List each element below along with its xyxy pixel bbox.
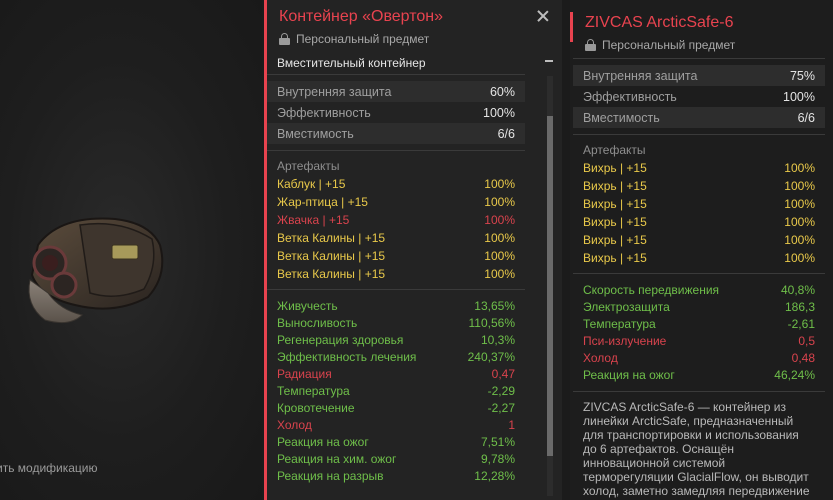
artifact-row[interactable]: Каблук | +15 100%	[277, 175, 515, 193]
item-preview: ить модификацию	[0, 0, 262, 500]
modification-hint[interactable]: ить модификацию	[0, 461, 98, 475]
effect-row: Кровотечение -2,27	[277, 400, 515, 415]
artifact-row[interactable]: Ветка Калины | +15 100%	[277, 265, 515, 283]
artifacts-title: Артефакты	[277, 159, 340, 173]
item-description: ZIVCAS ArcticSafe-6 — контейнер из линей…	[573, 391, 825, 498]
item-title: ZIVCAS ArcticSafe-6	[585, 14, 734, 31]
stats-section: Внутренняя защита 60% Эффективность 100% В…	[267, 74, 525, 150]
effect-row: Холод 0,48	[583, 350, 815, 365]
scrollbar[interactable]	[544, 56, 554, 496]
effects-section: Живучесть 13,65% Выносливость 110,56% Реге…	[267, 289, 525, 484]
effect-row: Реакция на ожог 7,51%	[277, 434, 515, 449]
personal-item-label: Персональный предмет	[602, 38, 736, 52]
effect-row: Холод 1	[277, 417, 515, 432]
artifact-row[interactable]: Вихрь | +15 100%	[583, 195, 815, 213]
effect-row: Электрозащита 186,3	[583, 299, 815, 314]
artifact-row[interactable]: Ветка Калины | +15 100%	[277, 247, 515, 265]
artifact-row[interactable]: Жар-птица | +15 100%	[277, 193, 515, 211]
artifact-row[interactable]: Жвачка | +15 100%	[277, 211, 515, 229]
effect-row: Реакция на хим. ожог 9,78%	[277, 451, 515, 466]
artifacts-title: Артефакты	[583, 143, 646, 157]
effect-row: Температура -2,61	[583, 316, 815, 331]
scroll-thumb[interactable]	[547, 116, 553, 456]
container-panel-left: Контейнер «Овертон» Персональный предмет…	[264, 0, 562, 500]
capacity-label: Вместительный контейнер	[277, 56, 426, 70]
panel-content: Вместительный контейнер Внутренняя защит…	[267, 52, 525, 500]
stat-row: Эффективность 100%	[277, 105, 515, 120]
effect-row: Эффективность лечения 240,37%	[277, 349, 515, 364]
container-panel-right: ZIVCAS ArcticSafe-6 Персональный предмет…	[570, 0, 833, 500]
stat-row: Эффективность 100%	[583, 89, 815, 104]
artifact-row[interactable]: Ветка Калины | +15 100%	[277, 229, 515, 247]
effects-section: Скорость передвижения 40,8% Электрозащита…	[573, 273, 825, 391]
effect-row: Реакция на разрыв 12,28%	[277, 468, 515, 483]
lock-icon	[279, 33, 290, 45]
item-subtitle: Персональный предмет	[585, 38, 833, 52]
artifacts-section: Артефакты Каблук | +15 100% Жар-птица | +…	[267, 150, 525, 289]
effect-row: Температура -2,29	[277, 383, 515, 398]
artifact-row[interactable]: Вихрь | +15 100%	[583, 231, 815, 249]
effect-row: Радиация 0,47	[277, 366, 515, 381]
stat-row: Вместимость 6/6	[573, 107, 825, 128]
scroll-up-icon[interactable]	[545, 60, 553, 62]
stat-row: Внутренняя защита 75%	[573, 65, 825, 86]
effect-row: Скорость передвижения 40,8%	[583, 282, 815, 297]
artifact-row[interactable]: Вихрь | +15 100%	[583, 213, 815, 231]
panel-header: Контейнер «Овертон» Персональный предмет	[267, 0, 562, 52]
item-subtitle: Персональный предмет	[279, 32, 562, 46]
effect-row: Регенерация здоровья 10,3%	[277, 332, 515, 347]
stat-row: Внутренняя защита 60%	[267, 81, 525, 102]
item-title: Контейнер «Овертон»	[279, 8, 444, 25]
stat-row: Вместимость 6/6	[267, 123, 525, 144]
stats-section: Внутренняя защита 75% Эффективность 100% В…	[573, 58, 825, 134]
effect-row: Живучесть 13,65%	[277, 298, 515, 313]
close-icon[interactable]	[536, 9, 550, 23]
panel-content: Внутренняя защита 75% Эффективность 100% В…	[573, 58, 825, 500]
artifact-row[interactable]: Вихрь | +15 100%	[583, 159, 815, 177]
artifact-row[interactable]: Вихрь | +15 100%	[583, 249, 815, 267]
artifacts-section: Артефакты Вихрь | +15 100% Вихрь | +15 100…	[573, 134, 825, 273]
artifact-row[interactable]: Вихрь | +15 100%	[583, 177, 815, 195]
lock-icon	[585, 39, 596, 51]
effect-row: Выносливость 110,56%	[277, 315, 515, 330]
container-image	[28, 217, 164, 324]
personal-item-label: Персональный предмет	[296, 32, 430, 46]
effect-row: Пси-излучение 0,5	[583, 333, 815, 348]
effect-row: Реакция на ожог 46,24%	[583, 367, 815, 382]
panel-header: ZIVCAS ArcticSafe-6 Персональный предмет	[570, 0, 833, 52]
